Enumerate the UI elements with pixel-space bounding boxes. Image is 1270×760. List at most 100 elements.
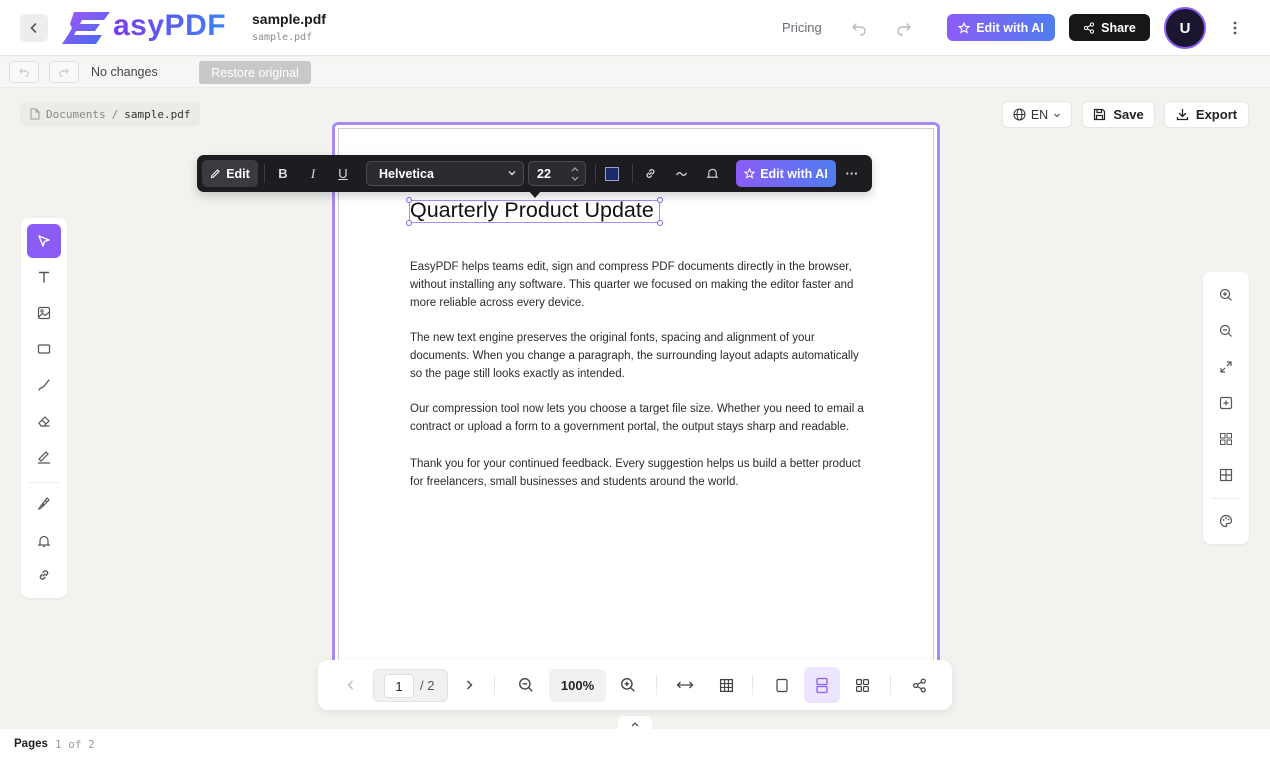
eraser-icon [37,414,51,428]
document-paragraph[interactable]: EasyPDF helps teams edit, sign and compr… [410,258,870,312]
next-page-button[interactable] [456,672,482,698]
edit-mode-button[interactable]: Edit [202,160,258,187]
fit-page-button[interactable] [1209,353,1243,381]
link-icon [644,167,657,180]
link-button[interactable] [638,161,662,186]
resize-handle[interactable] [657,220,663,226]
share-pages-button[interactable] [906,672,932,698]
star-icon [744,168,756,179]
document-paragraph[interactable]: Thank you for your continued feedback. E… [410,455,870,491]
layout-button[interactable] [1209,461,1243,489]
tool-eraser[interactable] [27,404,61,438]
rectangle-icon [37,342,51,356]
zoom-out-icon [1219,324,1233,338]
download-icon [1176,108,1189,121]
tool-image[interactable] [27,296,61,330]
pricing-link[interactable]: Pricing [782,20,822,35]
previous-page-button[interactable] [338,672,364,698]
toolbar-edit-with-ai-button[interactable]: Edit with AI [736,160,836,187]
view-tools-divider [1211,498,1241,499]
selection-box [406,197,663,226]
redo-button[interactable] [893,17,915,39]
grid-view-button[interactable] [1209,425,1243,453]
redo-icon [59,67,69,77]
grid-icon [1219,432,1233,446]
document-paragraph[interactable]: The new text engine preserves the origin… [410,329,870,383]
toolbar-edit-with-ai-label: Edit with AI [760,166,828,181]
arrows-horizontal-icon [676,679,694,691]
font-family-value: Helvetica [379,166,434,181]
table-icon [719,678,734,693]
text-color-swatch[interactable] [605,167,619,181]
chevron-left-icon [28,22,40,34]
resize-handle[interactable] [657,197,663,203]
history-undo-button[interactable] [9,61,39,83]
resize-handle[interactable] [406,220,412,226]
font-size-input[interactable]: 22 [528,161,586,186]
cursor-icon [37,234,51,248]
bold-button[interactable]: B [271,161,295,186]
zoom-out-button[interactable] [1209,317,1243,345]
zoom-level[interactable]: 100% [549,669,606,702]
squiggle-button[interactable] [669,161,693,186]
more-options-button[interactable]: ··· [840,161,864,186]
star-icon [958,21,971,34]
page-selector: 1 / 2 [373,669,448,702]
document-paragraph[interactable]: Our compression tool now lets you choose… [410,400,870,436]
tool-bell[interactable] [27,524,61,558]
more-menu-button[interactable] [1226,17,1244,39]
back-button[interactable] [20,14,48,42]
undo-button[interactable] [848,17,870,39]
draw-icon [37,378,51,392]
font-family-select[interactable]: Helvetica [366,161,524,186]
file-subtitle: sample.pdf [252,32,313,43]
zoom-out-button[interactable] [513,672,539,698]
page-number-input[interactable]: 1 [384,674,414,698]
save-button[interactable]: Save [1082,101,1155,128]
chevron-down-icon [1053,111,1061,119]
export-label: Export [1195,107,1238,122]
stepper-icon[interactable] [570,164,580,184]
history-redo-button[interactable] [49,61,79,83]
breadcrumb-root[interactable]: Documents [46,108,106,121]
chevron-left-icon [346,679,356,691]
continuous-view-button[interactable] [804,667,840,703]
chevron-right-icon [464,679,474,691]
add-page-button[interactable] [1209,389,1243,417]
share-button[interactable]: Share [1069,14,1150,41]
export-button[interactable]: Export [1164,101,1249,128]
edit-with-ai-button[interactable]: Edit with AI [947,14,1055,41]
tool-draw[interactable] [27,368,61,402]
underline-button[interactable]: U [331,161,355,186]
edit-mode-label: Edit [226,166,250,181]
single-page-view-button[interactable] [769,672,795,698]
fit-width-button[interactable] [672,672,698,698]
squiggle-icon [675,167,688,180]
user-avatar[interactable]: U [1164,7,1206,49]
resize-handle[interactable] [406,197,412,203]
tool-rectangle[interactable] [27,332,61,366]
restore-original-button[interactable]: Restore original [199,61,311,84]
tool-signature[interactable] [27,440,61,474]
tool-text[interactable] [27,260,61,294]
tool-link[interactable] [27,558,61,592]
italic-button[interactable]: I [301,161,325,186]
signature-icon [37,450,51,464]
layout-grid-icon [1219,468,1233,482]
controls-divider [494,675,495,695]
language-selector[interactable]: EN [1002,101,1072,128]
tool-pen[interactable] [27,486,61,520]
theme-button[interactable] [1209,507,1243,535]
link-icon [37,568,51,582]
table-button[interactable] [713,672,739,698]
highlight-button[interactable] [700,161,724,186]
grid-pages-view-button[interactable] [849,672,875,698]
toolbar-divider [632,164,633,183]
zoom-in-button[interactable] [615,672,641,698]
tool-select[interactable] [27,224,61,258]
zoom-in-button[interactable] [1209,281,1243,309]
pencil-icon [210,168,221,179]
view-tools-panel [1203,272,1249,544]
breadcrumb-separator: / [111,107,119,121]
breadcrumb: Documents / sample.pdf [20,102,201,126]
